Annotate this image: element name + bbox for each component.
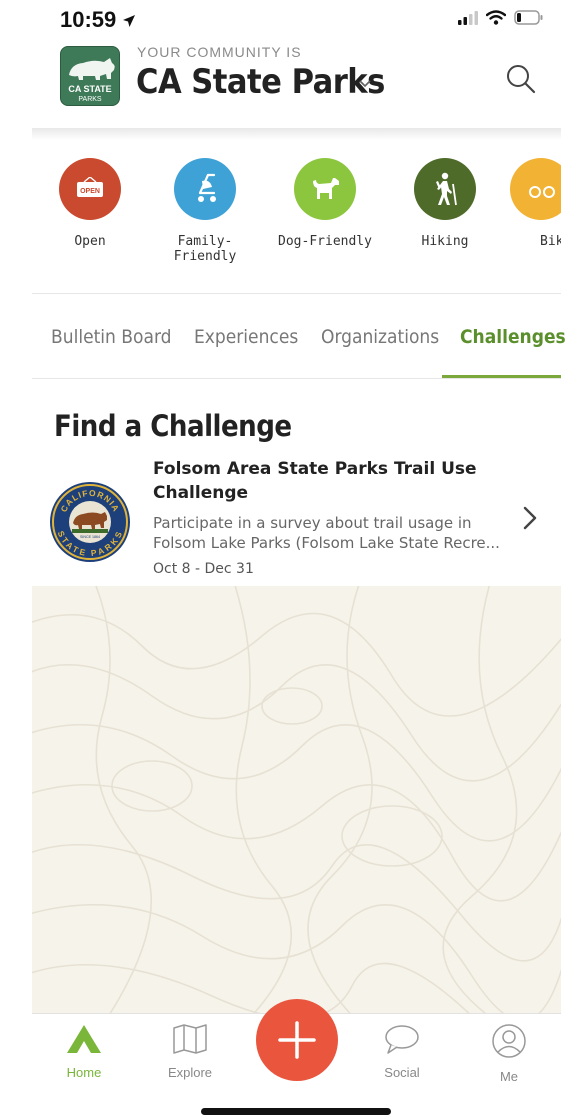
status-time-text: 10:59 xyxy=(60,7,117,32)
challenge-description-line: Participate in a survey about trail usag… xyxy=(153,514,472,532)
chevron-down-icon[interactable] xyxy=(359,80,371,88)
logo-text-line2: PARKS xyxy=(78,96,102,103)
tab-bar: Bulletin Board Experiences Organizations… xyxy=(32,316,566,378)
tab-challenges[interactable]: Challenges xyxy=(460,326,566,348)
bike-icon xyxy=(510,158,561,220)
signal-icon xyxy=(458,10,478,25)
plus-icon xyxy=(278,1021,316,1059)
challenge-title[interactable]: Folsom Area State Parks Trail Use Challe… xyxy=(153,457,493,505)
logo-text-line1: CA STATE xyxy=(68,84,111,94)
map-icon xyxy=(173,1024,207,1054)
search-icon[interactable] xyxy=(506,64,536,94)
category-label: Family-Friendly xyxy=(173,234,237,264)
nav-me[interactable]: Me xyxy=(469,1024,549,1084)
challenge-description: Participate in a survey about trail usag… xyxy=(153,513,513,553)
community-label: YOUR COMMUNITY IS xyxy=(137,44,302,60)
seal-since-text: SINCE 1864 xyxy=(80,535,100,539)
nav-label: Explore xyxy=(167,1065,213,1080)
open-sign-badge: OPEN xyxy=(80,188,100,195)
chat-bubble-icon xyxy=(385,1025,419,1054)
tab-experiences[interactable]: Experiences xyxy=(194,326,298,348)
category-family-friendly[interactable]: Family-Friendly xyxy=(150,158,260,264)
topographic-background xyxy=(32,586,561,1014)
nav-social[interactable]: Social xyxy=(362,1024,442,1080)
open-sign-icon: OPEN xyxy=(59,158,121,220)
section-title: Find a Challenge xyxy=(54,409,292,443)
status-icons xyxy=(458,10,544,25)
category-label: Hiking xyxy=(421,234,469,249)
category-dog-friendly[interactable]: Dog-Friendly xyxy=(270,158,380,249)
stroller-icon xyxy=(174,158,236,220)
community-logo[interactable]: CA STATE PARKS xyxy=(60,46,120,106)
challenge-description-line: Folsom Lake Parks (Folsom Lake State Rec… xyxy=(153,534,500,552)
category-hiking[interactable]: Hiking xyxy=(390,158,500,249)
category-row: OPEN Open Family-Friendly Dog-Friendly H… xyxy=(32,150,561,292)
challenge-dates: Oct 8 - Dec 31 xyxy=(153,561,254,577)
tab-bulletin-board[interactable]: Bulletin Board xyxy=(51,326,172,348)
chevron-right-icon[interactable] xyxy=(522,506,538,530)
nav-label: Home xyxy=(66,1065,102,1080)
category-label: Open xyxy=(74,234,106,249)
header-shadow xyxy=(32,128,561,140)
category-label: Bik xyxy=(540,234,561,249)
tab-organizations[interactable]: Organizations xyxy=(321,326,439,348)
category-open[interactable]: OPEN Open xyxy=(35,158,145,249)
category-label: Dog-Friendly xyxy=(278,234,372,249)
create-button[interactable] xyxy=(256,999,338,1081)
nav-explore[interactable]: Explore xyxy=(150,1024,230,1080)
divider xyxy=(32,293,561,294)
category-biking[interactable]: Bik xyxy=(510,158,561,249)
community-name[interactable]: CA State Parks xyxy=(136,62,385,102)
bear-logo-icon: CA STATE PARKS xyxy=(68,58,115,103)
nav-label: Social xyxy=(384,1065,420,1080)
location-arrow-icon xyxy=(123,15,136,27)
home-triangle-icon xyxy=(67,1025,101,1053)
user-icon xyxy=(492,1024,526,1058)
hiker-icon xyxy=(414,158,476,220)
divider xyxy=(32,378,561,379)
ca-state-parks-seal-icon[interactable]: CALIFORNIA STATE PARKS SINCE 1864 xyxy=(49,481,131,563)
wifi-icon xyxy=(486,10,506,25)
nav-label: Me xyxy=(499,1069,519,1084)
home-indicator xyxy=(201,1108,391,1115)
battery-icon xyxy=(514,10,543,25)
status-time: 10:59 xyxy=(60,7,136,33)
dog-icon xyxy=(294,158,356,220)
nav-home[interactable]: Home xyxy=(44,1024,124,1080)
